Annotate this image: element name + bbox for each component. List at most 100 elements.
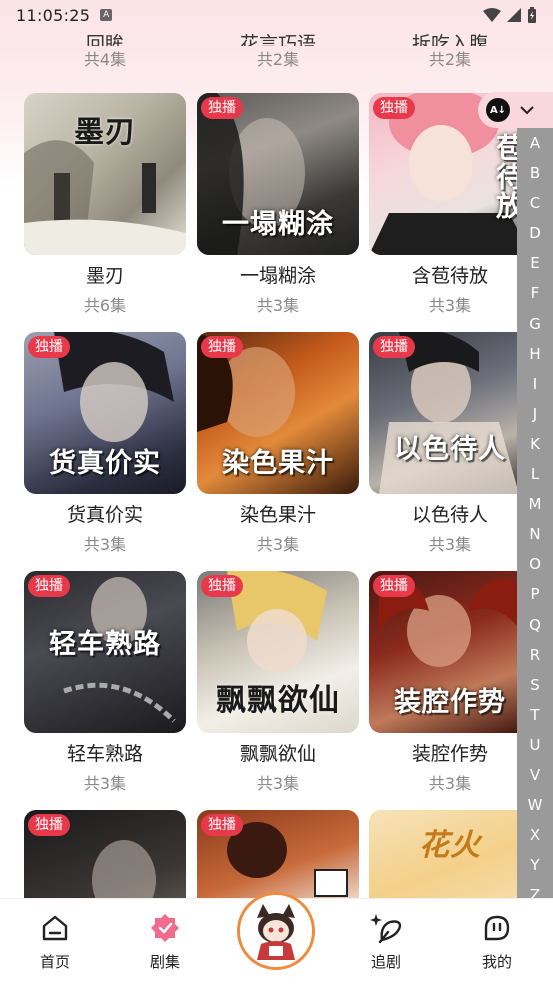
chevron-down-icon [520, 106, 534, 115]
index-letter-i[interactable]: I [517, 369, 553, 399]
exclusive-badge: 独播 [373, 575, 415, 597]
exclusive-badge: 独播 [201, 575, 243, 597]
index-letter-o[interactable]: O [517, 549, 553, 579]
index-letter-m[interactable]: M [517, 489, 553, 519]
exclusive-badge: 独播 [28, 575, 70, 597]
series-card[interactable]: 墨刃 墨刃 共6集 [24, 93, 186, 316]
series-card[interactable]: 独播 一塌糊涂 一塌糊涂 共3集 [197, 93, 359, 316]
series-cover[interactable]: 独播 染色果汁 [197, 332, 359, 494]
index-letter-a[interactable]: A [517, 128, 553, 158]
index-letter-k[interactable]: K [517, 429, 553, 459]
index-letter-n[interactable]: N [517, 519, 553, 549]
series-card[interactable]: 独播 [24, 810, 186, 898]
cover-title: 以色待人 [394, 434, 506, 465]
cover-title: 染色果汁 [222, 448, 334, 479]
index-letter-e[interactable]: E [517, 248, 553, 278]
series-cover[interactable]: 独播 [24, 810, 186, 898]
series-title: 染色果汁 [239, 504, 316, 526]
series-card[interactable]: 独播 飘飘欲仙 飘飘欲仙 共3集 [197, 571, 359, 794]
index-letter-p[interactable]: P [517, 579, 553, 609]
index-letter-x[interactable]: X [517, 820, 553, 850]
index-letter-y[interactable]: Y [517, 850, 553, 880]
series-cover[interactable]: 独播 飘飘欲仙 [197, 571, 359, 733]
index-letter-l[interactable]: L [517, 459, 553, 489]
series-title: 飘飘欲仙 [239, 743, 316, 765]
series-card[interactable]: 独播 以色待人 以色待人 共3集 [369, 332, 531, 555]
sort-az-icon: A↓ [486, 98, 510, 122]
index-letter-d[interactable]: D [517, 218, 553, 248]
exclusive-badge: 独播 [373, 336, 415, 358]
cover-title: 花火 [419, 828, 481, 863]
series-card[interactable]: 独播 轻车熟路 轻车熟路 共3集 [24, 571, 186, 794]
series-badge-icon [151, 914, 179, 942]
profile-icon [484, 915, 510, 941]
episode-count: 共3集 [256, 535, 300, 554]
exclusive-badge: 独播 [201, 97, 243, 119]
cover-title: 轻车熟路 [49, 629, 161, 660]
nav-follow-label: 追剧 [370, 953, 401, 971]
index-letter-g[interactable]: G [517, 309, 553, 339]
status-bar: 11:05:25 A [0, 0, 553, 30]
series-card[interactable]: 独播 [197, 810, 359, 898]
nav-home-label: 首页 [39, 953, 70, 971]
nav-follow[interactable]: 追剧 [346, 911, 426, 972]
alphabet-index[interactable]: ABCDEFGHIJKLMNOPQRSTUVWXYZ [517, 128, 553, 904]
status-time: 11:05:25 [16, 5, 91, 25]
exclusive-badge: 独播 [201, 336, 243, 358]
episode-count: 共3集 [256, 296, 300, 315]
cover-title: 装腔作势 [394, 687, 506, 718]
partial-item-count: 共2集 [256, 50, 300, 69]
series-cover[interactable]: 花火 [369, 810, 531, 898]
index-letter-c[interactable]: C [517, 188, 553, 218]
index-letter-r[interactable]: R [517, 640, 553, 670]
index-letter-t[interactable]: T [517, 700, 553, 730]
nav-series-label: 剧集 [149, 953, 180, 971]
series-cover[interactable]: 独播 装腔作势 [369, 571, 531, 733]
index-letter-v[interactable]: V [517, 760, 553, 790]
episode-count: 共3集 [83, 535, 127, 554]
sort-toggle[interactable]: A↓ [478, 92, 553, 128]
exclusive-badge: 独播 [373, 97, 415, 119]
episode-count: 共3集 [256, 774, 300, 793]
series-card[interactable]: 独播 染色果汁 染色果汁 共3集 [197, 332, 359, 555]
nav-mine[interactable]: 我的 [457, 911, 537, 972]
series-cover[interactable]: 独播 [197, 810, 359, 898]
series-cover[interactable]: 独播 货真价实 [24, 332, 186, 494]
series-title: 装腔作势 [411, 743, 488, 765]
series-card[interactable]: 独播 货真价实 货真价实 共3集 [24, 332, 186, 555]
exclusive-badge: 独播 [28, 814, 70, 836]
series-cover[interactable]: 独播 以色待人 [369, 332, 531, 494]
notification-icon: A [100, 9, 113, 21]
series-cover[interactable]: 独播 一塌糊涂 [197, 93, 359, 255]
home-icon [42, 915, 68, 941]
series-title: 一塌糊涂 [239, 265, 316, 287]
series-grid[interactable]: 回眸 花言巧语 拆吃入腹 共4集 共2集 共2集 墨刃 墨刃 共6集 独播 一塌… [0, 0, 553, 898]
index-letter-u[interactable]: U [517, 730, 553, 760]
cover-title: 货真价实 [49, 448, 161, 479]
series-title: 以色待人 [411, 504, 488, 526]
series-title: 轻车熟路 [66, 743, 143, 765]
episode-count: 共6集 [83, 296, 127, 315]
nav-series[interactable]: 剧集 [125, 911, 205, 972]
index-letter-j[interactable]: J [517, 399, 553, 429]
episode-count: 共3集 [428, 296, 472, 315]
series-cover[interactable]: 独播 轻车熟路 [24, 571, 186, 733]
exclusive-badge: 独播 [28, 336, 70, 358]
cover-title: 墨刃 [74, 115, 136, 150]
index-letter-h[interactable]: H [517, 339, 553, 369]
nav-home[interactable]: 首页 [15, 911, 95, 972]
signal-icon [507, 8, 521, 22]
index-letter-q[interactable]: Q [517, 610, 553, 640]
cover-title: 一塌糊涂 [222, 209, 334, 240]
series-card[interactable]: 独播 装腔作势 装腔作势 共3集 [369, 571, 531, 794]
series-title: 货真价实 [66, 504, 143, 526]
partial-item-count: 共4集 [83, 50, 127, 69]
series-cover[interactable]: 墨刃 [24, 93, 186, 255]
index-letter-b[interactable]: B [517, 158, 553, 188]
series-card[interactable]: 花火 [369, 810, 531, 898]
index-letter-f[interactable]: F [517, 278, 553, 308]
index-letter-s[interactable]: S [517, 670, 553, 700]
center-avatar-button[interactable] [237, 892, 315, 970]
index-letter-w[interactable]: W [517, 790, 553, 820]
partial-item-count: 共2集 [428, 50, 472, 69]
